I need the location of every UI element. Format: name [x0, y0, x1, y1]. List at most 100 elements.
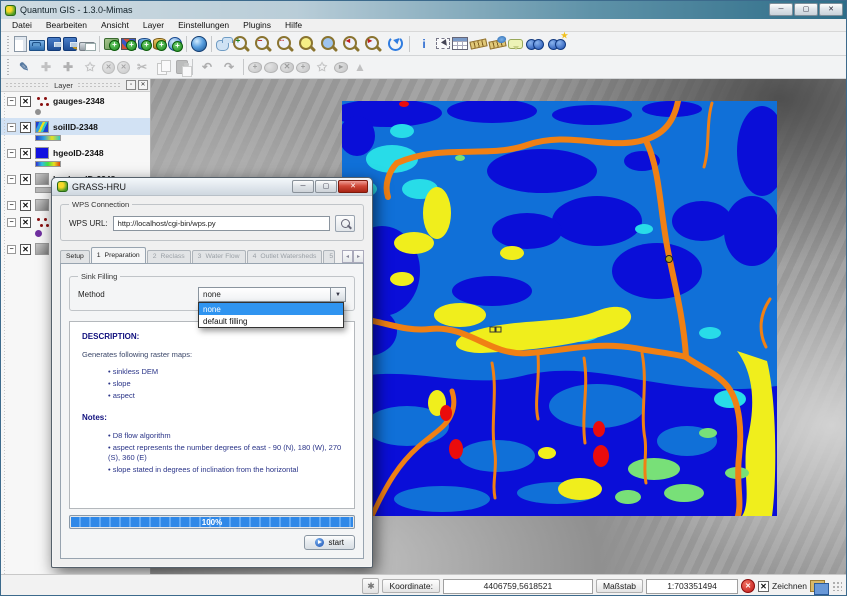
print-composer-icon[interactable]: [79, 42, 95, 51]
add-part-icon[interactable]: +: [296, 62, 310, 73]
crs-status-icon[interactable]: [810, 580, 827, 593]
capture-nodes-icon[interactable]: ✩: [312, 57, 332, 77]
redo-icon[interactable]: ↷: [219, 57, 239, 77]
expander-icon[interactable]: −: [7, 97, 16, 106]
paste-features-icon[interactable]: [176, 60, 188, 74]
layer-checkbox[interactable]: ✕: [20, 96, 31, 107]
tab-water-flow[interactable]: 3Water Flow: [192, 250, 246, 264]
menu-layer[interactable]: Layer: [136, 20, 171, 30]
chevron-down-icon[interactable]: ▼: [331, 287, 346, 302]
copy-features-icon[interactable]: [154, 57, 174, 77]
layer-row-gauges[interactable]: − ✕ gauges-2348: [1, 92, 150, 109]
measure-line-icon[interactable]: [469, 38, 487, 49]
menu-einstellungen[interactable]: Einstellungen: [171, 20, 236, 30]
tab-preparation[interactable]: 1Preparation: [91, 247, 146, 264]
zoom-last-icon[interactable]: ◂: [341, 34, 361, 54]
dialog-maximize-button[interactable]: ▢: [315, 180, 337, 193]
globe-icon[interactable]: [191, 36, 207, 52]
method-value[interactable]: none: [198, 287, 331, 302]
move-vertex-icon[interactable]: ✚: [58, 57, 78, 77]
add-database-layer-icon[interactable]: [153, 38, 166, 50]
tab-setup[interactable]: Setup: [60, 250, 90, 264]
extent-icon[interactable]: ✱: [362, 578, 379, 594]
tab-scroll-left-icon[interactable]: ◂: [342, 250, 353, 263]
menu-plugins[interactable]: Plugins: [236, 20, 278, 30]
dialog-minimize-button[interactable]: ─: [292, 180, 314, 193]
identify-icon[interactable]: i: [414, 34, 434, 54]
select-features-icon[interactable]: [436, 38, 450, 49]
tab-outlet-watersheds[interactable]: 4Outlet Watersheds: [247, 250, 323, 264]
layer-row-soil[interactable]: − ✕ soilID-2348: [1, 118, 150, 135]
tab-scroll-right-icon[interactable]: ▸: [353, 250, 364, 263]
toggle-editing-icon[interactable]: ✎: [14, 57, 34, 77]
capture-polygon-icon[interactable]: ✩: [80, 57, 100, 77]
undo-icon[interactable]: ↶: [197, 57, 217, 77]
zoom-layer-icon[interactable]: [319, 34, 339, 54]
coordinate-input[interactable]: [443, 579, 593, 594]
stop-render-icon[interactable]: ✕: [741, 579, 755, 593]
scale-input[interactable]: [646, 579, 738, 594]
refresh-map-icon[interactable]: [385, 34, 405, 54]
open-project-icon[interactable]: [29, 40, 45, 51]
tab-5[interactable]: 5: [323, 250, 335, 264]
layer-checkbox[interactable]: ✕: [20, 200, 31, 211]
close-button[interactable]: ✕: [819, 3, 843, 16]
layer-checkbox[interactable]: ✕: [20, 148, 31, 159]
delete-ring-icon[interactable]: ✕: [280, 62, 294, 73]
dropdown-option-default-filling[interactable]: default filling: [199, 315, 343, 327]
layer-row-hgeo[interactable]: − ✕ hgeoID-2348: [1, 144, 150, 161]
dropdown-option-none[interactable]: none: [199, 303, 343, 315]
render-checkbox[interactable]: ✕: [758, 581, 769, 592]
zoom-out-icon[interactable]: −: [253, 34, 273, 54]
layer-checkbox[interactable]: ✕: [20, 217, 31, 228]
pan-map-icon[interactable]: [216, 40, 229, 51]
window-titlebar[interactable]: Quantum GIS - 1.3.0-Mimas ─ ▢ ✕: [1, 1, 846, 19]
delete-part-icon[interactable]: [117, 61, 130, 74]
wps-url-input[interactable]: [113, 216, 330, 231]
new-bookmark-icon[interactable]: ★: [547, 34, 567, 54]
minimize-button[interactable]: ─: [769, 3, 793, 16]
map-canvas[interactable]: Layer ▫ ✕ − ✕ gauges-2348 − ✕ soilID-234…: [1, 79, 847, 574]
node-tool-icon[interactable]: ▲: [350, 57, 370, 77]
cut-features-icon[interactable]: ✂: [132, 57, 152, 77]
resize-grip[interactable]: [832, 581, 842, 591]
attribute-table-icon[interactable]: [452, 37, 468, 50]
zoom-in-icon[interactable]: +: [231, 34, 251, 54]
panel-float-icon[interactable]: ▫: [126, 80, 136, 90]
save-project-as-icon[interactable]: ✎: [63, 37, 77, 51]
add-ring-icon[interactable]: [264, 62, 278, 73]
maximize-button[interactable]: ▢: [794, 3, 818, 16]
zoom-full-icon[interactable]: [297, 34, 317, 54]
menu-hilfe[interactable]: Hilfe: [278, 20, 309, 30]
menu-datei[interactable]: Datei: [5, 20, 39, 30]
method-combobox[interactable]: none ▼ none default filling: [198, 287, 346, 302]
layer-checkbox[interactable]: ✕: [20, 174, 31, 185]
expander-icon[interactable]: −: [7, 175, 16, 184]
layer-panel-header[interactable]: Layer ▫ ✕: [1, 79, 150, 92]
layer-checkbox[interactable]: ✕: [20, 244, 31, 255]
menu-bearbeiten[interactable]: Bearbeiten: [39, 20, 94, 30]
start-button[interactable]: start: [304, 535, 355, 550]
expander-icon[interactable]: −: [7, 218, 16, 227]
add-wms-layer-icon[interactable]: [168, 37, 182, 51]
dialog-titlebar[interactable]: GRASS-HRU ─ ▢ ✕: [52, 178, 372, 196]
zoom-next-icon[interactable]: ▸: [363, 34, 383, 54]
menu-ansicht[interactable]: Ansicht: [94, 20, 136, 30]
zoom-selection-icon[interactable]: ∙∙: [275, 34, 295, 54]
new-project-icon[interactable]: [14, 36, 27, 52]
simplify-feature-icon[interactable]: +: [248, 62, 262, 73]
move-feature-icon[interactable]: ✚: [36, 57, 56, 77]
dialog-close-button[interactable]: ✕: [338, 180, 368, 193]
add-vector-layer-icon[interactable]: [104, 38, 119, 50]
add-raster-layer-icon[interactable]: [121, 38, 136, 50]
panel-close-icon[interactable]: ✕: [138, 80, 148, 90]
split-features-icon[interactable]: ▸: [334, 62, 348, 73]
save-project-icon[interactable]: [47, 37, 61, 51]
expander-icon[interactable]: −: [7, 245, 16, 254]
add-postgis-layer-icon[interactable]: [138, 38, 151, 50]
map-tips-icon[interactable]: [508, 39, 523, 49]
tab-reclass[interactable]: 2Reclass: [147, 250, 191, 264]
expander-icon[interactable]: −: [7, 201, 16, 210]
wps-search-button[interactable]: [335, 215, 355, 232]
expander-icon[interactable]: −: [7, 149, 16, 158]
